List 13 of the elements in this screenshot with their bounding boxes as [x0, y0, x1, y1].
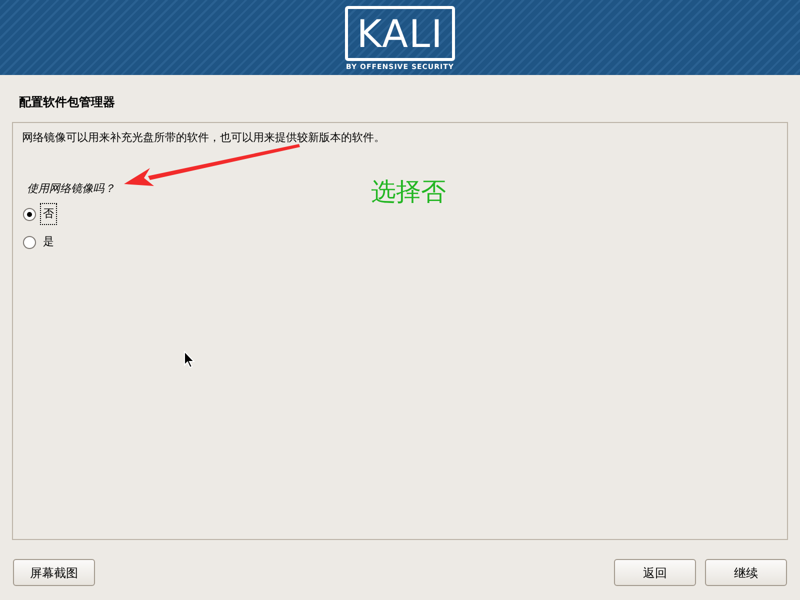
annotation-text: 选择否: [371, 177, 446, 207]
radio-button[interactable]: [23, 208, 36, 220]
radio-button[interactable]: [23, 236, 36, 248]
dialog-button[interactable]: 屏幕截图: [13, 559, 95, 586]
page-title: 配置软件包管理器: [19, 95, 115, 109]
radio-label[interactable]: 是: [40, 230, 57, 254]
logo-text: KALI: [356, 14, 444, 52]
radio-label[interactable]: 否: [40, 202, 57, 226]
mouse-cursor-icon: [184, 351, 195, 368]
dialog-button[interactable]: 返回: [614, 559, 696, 586]
description-text: 网络镜像可以用来补充光盘所带的软件，也可以用来提供较新版本的软件。: [22, 130, 385, 146]
question-text: 使用网络镜像吗？: [27, 181, 115, 197]
dialog-button[interactable]: 继续: [705, 559, 787, 586]
